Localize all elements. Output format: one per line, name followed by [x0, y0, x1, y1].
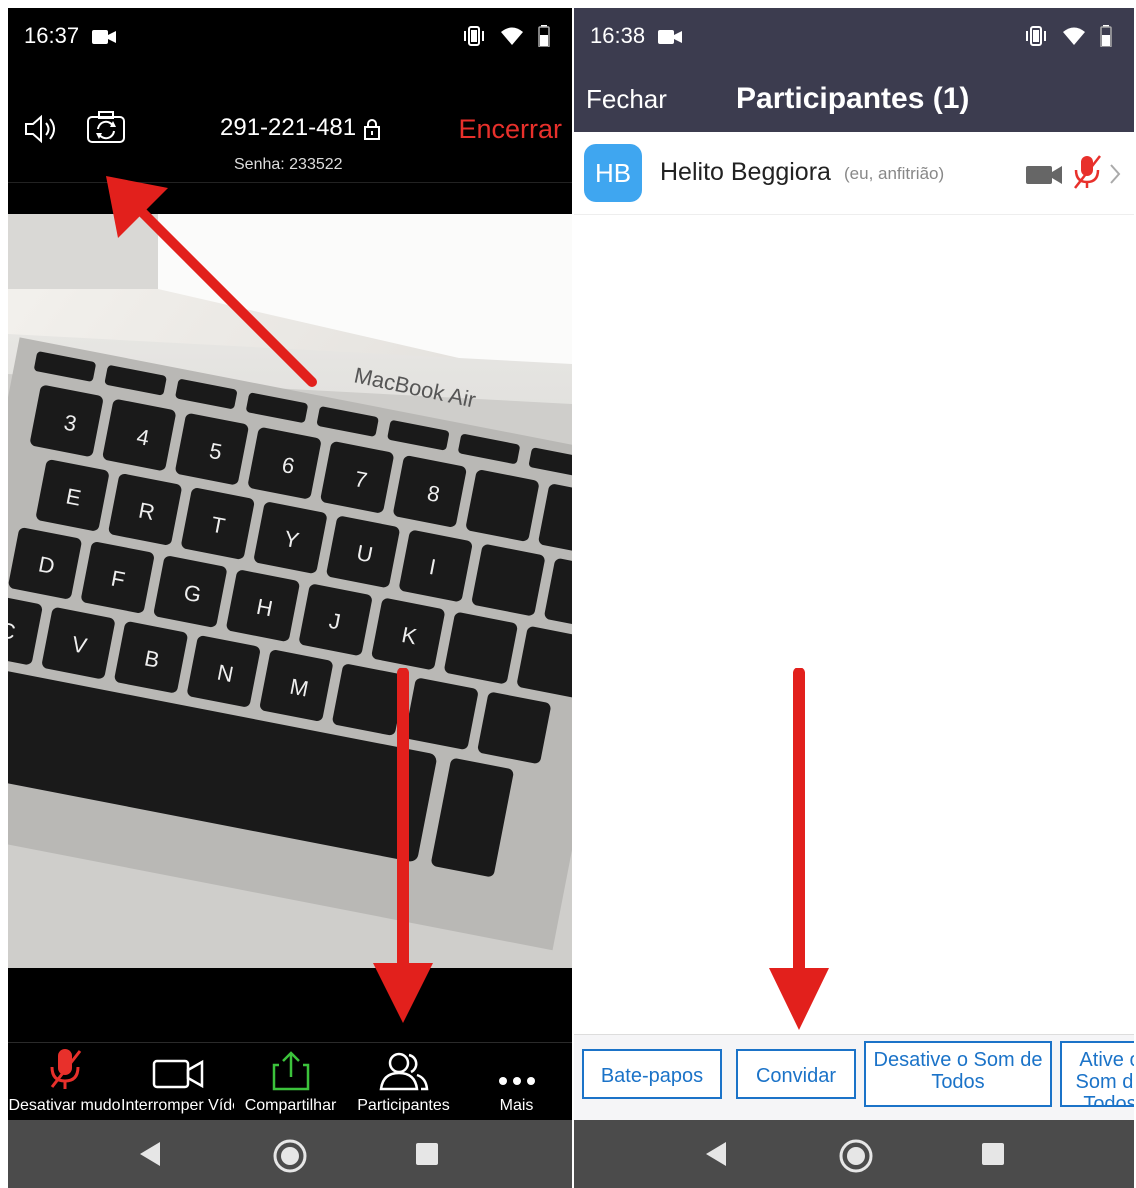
page-title: Participantes (1)	[736, 82, 970, 115]
status-bar: 16:37	[8, 8, 572, 64]
android-nav-bar	[8, 1120, 572, 1188]
participants-label: Participantes	[357, 1097, 450, 1114]
chats-button[interactable]: Bate-papos	[582, 1049, 722, 1099]
back-icon[interactable]	[702, 1138, 730, 1175]
switch-camera-icon[interactable]	[86, 110, 126, 149]
share-button[interactable]: Compartilhar	[234, 1043, 347, 1121]
stop-video-button[interactable]: Interromper Vídeo	[121, 1043, 234, 1121]
wifi-icon	[500, 26, 524, 51]
battery-icon	[1100, 25, 1112, 52]
muted-mic-icon	[8, 1043, 121, 1091]
lock-icon	[364, 118, 380, 145]
participant-row[interactable]: HB Helito Beggiora (eu, anfitrião)	[574, 132, 1134, 215]
invite-button[interactable]: Convidar	[736, 1049, 856, 1099]
participants-icon	[347, 1043, 460, 1091]
meeting-id: 291-221-481	[220, 114, 357, 141]
unmute-label: Desativar mudo	[8, 1097, 121, 1114]
share-label: Compartilhar	[244, 1097, 337, 1114]
recents-icon[interactable]	[980, 1138, 1008, 1175]
close-button[interactable]: Fechar	[586, 84, 667, 115]
participant-role: (eu, anfitrião)	[844, 164, 945, 183]
video-camera-icon	[121, 1043, 234, 1091]
annotation-arrow	[769, 668, 829, 1030]
share-upload-icon	[234, 1043, 347, 1091]
annotation-arrow	[106, 176, 317, 387]
end-meeting-button[interactable]: Encerrar	[458, 114, 562, 145]
meeting-screen: 16:37 291-221-481 Senha: 233522 Encerrar…	[8, 8, 572, 1188]
annotation-arrow	[373, 668, 433, 1023]
unmute-all-button[interactable]: Ative o Som de Todos	[1060, 1041, 1134, 1107]
participants-screen: 16:38 Fechar Participantes (1) HB Helito…	[574, 8, 1134, 1188]
status-time: 16:38	[590, 23, 646, 48]
battery-icon	[538, 25, 550, 52]
home-icon[interactable]	[272, 1138, 308, 1179]
unmute-button[interactable]: Desativar mudo	[8, 1043, 121, 1121]
recents-icon[interactable]	[414, 1138, 442, 1175]
participants-action-bar: Bate-papos Convidar Desative o Som de To…	[574, 1034, 1134, 1121]
status-bar: 16:38	[574, 8, 1134, 64]
more-dots-icon	[460, 1043, 572, 1091]
speaker-icon[interactable]	[24, 114, 62, 149]
meeting-toolbar: Desativar mudo Interromper Vídeo Compart…	[8, 1042, 572, 1121]
recording-camera-icon	[92, 30, 116, 49]
vibrate-icon	[1024, 26, 1048, 51]
participants-header: 16:38 Fechar Participantes (1)	[574, 8, 1134, 132]
chevron-right-icon	[1108, 162, 1122, 191]
mute-all-button[interactable]: Desative o Som de Todos	[864, 1041, 1052, 1107]
muted-mic-icon	[1072, 154, 1102, 195]
video-off-icon	[1026, 164, 1064, 191]
vibrate-icon	[462, 26, 486, 51]
recording-camera-icon	[658, 30, 682, 49]
more-label: Mais	[499, 1097, 534, 1114]
wifi-icon	[1062, 26, 1086, 51]
status-time: 16:37	[24, 23, 80, 48]
avatar: HB	[584, 144, 642, 202]
back-icon[interactable]	[136, 1138, 164, 1175]
home-icon[interactable]	[838, 1138, 874, 1179]
participants-button[interactable]: Participantes	[347, 1043, 460, 1121]
meeting-top-bar: 291-221-481 Senha: 233522 Encerrar	[8, 64, 572, 182]
android-nav-bar	[574, 1120, 1134, 1188]
stop-video-label: Interromper Vídeo	[121, 1097, 234, 1114]
participant-name: Helito Beggiora	[660, 158, 831, 186]
more-button[interactable]: Mais	[460, 1043, 572, 1121]
